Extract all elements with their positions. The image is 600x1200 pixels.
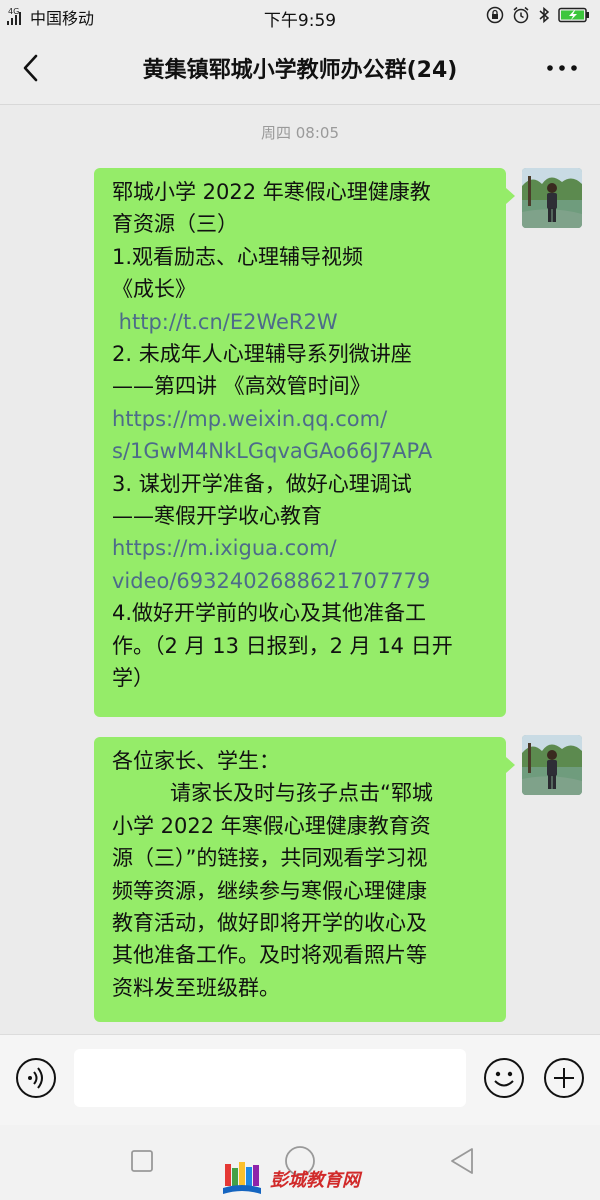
chat-header: 黄集镇郓城小学教师办公群(24) xyxy=(0,32,600,105)
message-text-line: 学） xyxy=(112,666,154,691)
message-text-line: 育资源（三） xyxy=(112,212,238,237)
message-bubble[interactable]: 各位家长、学生： 请家长及时与孩子点击“郓城 小学 2022 年寒假心理健康教育… xyxy=(94,737,515,1022)
message-text-line: 其他准备工作。及时将观看照片等 xyxy=(112,943,427,968)
chevron-left-icon xyxy=(23,54,38,82)
message-link[interactable]: s/1GwM4NkLGqvaGAo66J7APA xyxy=(112,435,492,467)
message-text-line: 郓城小学 2022 年寒假心理健康教 xyxy=(112,180,431,204)
bluetooth-icon xyxy=(538,6,550,24)
avatar-photo xyxy=(522,735,582,795)
watermark-text: 彭城教育网 xyxy=(270,1170,360,1191)
message-timestamp: 周四 08:05 xyxy=(261,124,339,142)
book-logo-icon xyxy=(223,1162,261,1194)
avatar-photo xyxy=(522,168,582,228)
more-dots-icon xyxy=(547,65,577,71)
chat-title: 黄集镇郓城小学教师办公群(24) xyxy=(142,58,458,83)
square-recents-icon xyxy=(131,1150,153,1172)
plus-icon xyxy=(544,1058,584,1098)
battery-charging-icon xyxy=(558,7,590,23)
message-text-line: 作。（2 月 13 日报到，2 月 14 日开 xyxy=(112,633,453,658)
message-text-line: 教育活动，做好即将开学的收心及 xyxy=(112,911,427,936)
message-text-line: 小学 2022 年寒假心理健康教育资 xyxy=(112,813,431,838)
message-link[interactable]: https://mp.weixin.qq.com/ xyxy=(112,403,492,435)
message-link[interactable]: http://t.cn/E2WeR2W xyxy=(112,306,492,338)
triangle-back-icon xyxy=(451,1148,473,1174)
message-text-line: 源（三）”的链接，共同观看学习视 xyxy=(112,846,428,871)
message-text-line: 各位家长、学生： xyxy=(112,749,280,773)
emoji-icon xyxy=(484,1058,524,1098)
more-button[interactable] xyxy=(544,56,580,80)
back-button[interactable] xyxy=(14,50,50,86)
avatar[interactable] xyxy=(522,735,582,795)
message-text-line: 3. 谋划开学准备，做好心理调试 xyxy=(112,471,412,496)
emoji-button[interactable] xyxy=(483,1057,525,1099)
message-text-line: ——寒假开学收心教育 xyxy=(112,504,322,529)
message-text-line: 2. 未成年人心理辅导系列微讲座 xyxy=(112,342,412,367)
message-input[interactable] xyxy=(74,1049,466,1107)
status-bar: 4G 中国移动 下午9:59 xyxy=(0,0,600,32)
plus-button[interactable] xyxy=(543,1057,585,1099)
message-text-line: 1.观看励志、心理辅导视频 xyxy=(112,244,364,269)
watermark: 彭城教育网 xyxy=(222,1162,360,1196)
message-text-line: 频等资源，继续参与寒假心理健康 xyxy=(112,878,427,903)
lock-rotation-icon xyxy=(486,6,504,24)
status-right xyxy=(486,6,590,24)
avatar[interactable] xyxy=(522,168,582,228)
message-text-line: 《成长》 xyxy=(112,277,196,302)
message-text-line: ——第四讲 《高效管时间》 xyxy=(112,374,371,399)
message-text-line: 资料发至班级群。 xyxy=(112,975,280,1000)
voice-icon xyxy=(16,1058,56,1098)
message-bubble[interactable]: 郓城小学 2022 年寒假心理健康教 育资源（三） 1.观看励志、心理辅导视频 … xyxy=(94,168,515,717)
voice-button[interactable] xyxy=(15,1057,57,1099)
back-nav-button[interactable] xyxy=(448,1146,476,1180)
message-text-line: 请家长及时与孩子点击“郓城 xyxy=(170,781,433,806)
message-text-line: 4.做好开学前的收心及其他准备工 xyxy=(112,601,427,626)
message-link[interactable]: https://m.ixigua.com/ xyxy=(112,532,492,564)
alarm-icon xyxy=(512,6,530,24)
message-link[interactable]: video/6932402688621707779 xyxy=(112,565,492,597)
recents-button[interactable] xyxy=(130,1149,154,1177)
input-bar xyxy=(0,1034,600,1125)
